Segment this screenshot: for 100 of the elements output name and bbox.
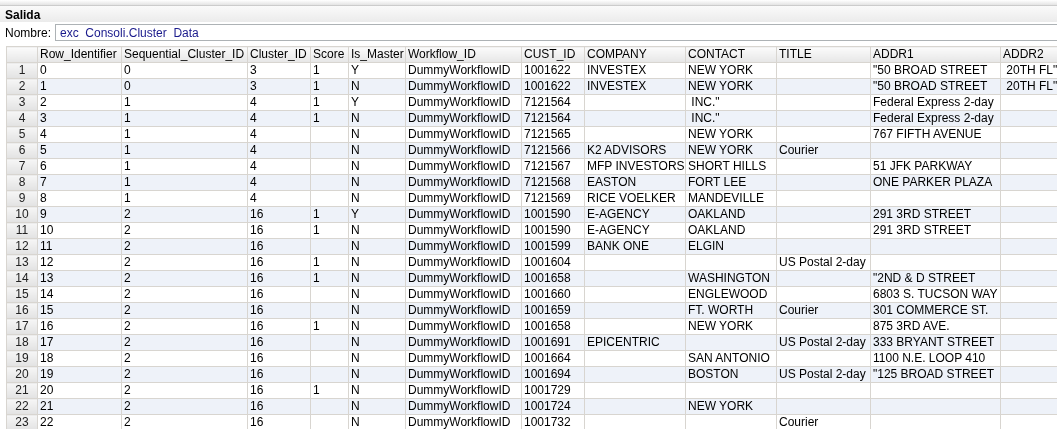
table-cell: Y (348, 94, 406, 111)
table-cell: DummyWorkflowID (405, 318, 522, 335)
table-cell: 22 (37, 414, 122, 429)
table-cell: 1 (310, 382, 349, 399)
table-cell: 875 3RD AVE. (870, 318, 1001, 335)
table-cell: 1001658 (521, 318, 585, 335)
table-cell: 6803 S. TUCSON WAY (870, 286, 1001, 303)
table-cell: 16 (247, 286, 311, 303)
table-cell: 20TH FL" (1000, 62, 1057, 79)
table-cell: 2 (121, 222, 248, 239)
table-cell: Federal Express 2-day (870, 94, 1001, 111)
table-cell: 1 (121, 158, 248, 175)
name-field[interactable]: exc Consoli.Cluster Data (55, 24, 1057, 41)
table-cell: N (348, 222, 406, 239)
table-cell: 1 (310, 62, 349, 79)
column-header[interactable]: Is_Master (348, 46, 406, 63)
table-cell: 2 (121, 382, 248, 399)
column-header[interactable]: Sequential_Cluster_ID (121, 46, 248, 63)
column-header[interactable]: Score (310, 46, 349, 63)
table-cell: 1 (121, 190, 248, 207)
table-cell: 1 (310, 94, 349, 111)
column-header[interactable]: CONTACT (685, 46, 777, 63)
table-cell: Courier (776, 414, 871, 429)
table-cell: DummyWorkflowID (405, 62, 522, 79)
table-cell: DummyWorkflowID (405, 94, 522, 111)
table-cell: 4 (247, 94, 311, 111)
table-cell: 1001729 (521, 382, 585, 399)
table-cell: 1 (310, 318, 349, 335)
table-cell: 1 (121, 126, 248, 143)
table-cell: NEW YORK (685, 126, 777, 143)
column-header[interactable]: CUST_ID (521, 46, 585, 63)
table-cell: 767 FIFTH AVENUE (870, 126, 1001, 143)
table-cell: 4 (37, 126, 122, 143)
table-cell: 4 (247, 126, 311, 143)
table-cell: DummyWorkflowID (405, 382, 522, 399)
table-cell: 12 (37, 254, 122, 271)
table-cell: 18 (37, 350, 122, 367)
table-cell: OAKLAND (685, 222, 777, 239)
table-cell: 1 (121, 94, 248, 111)
table-cell: 1001664 (521, 350, 585, 367)
table-cell: 20 (37, 382, 122, 399)
table-cell: 7121567 (521, 158, 585, 175)
table-cell: 0 (37, 62, 122, 79)
table-cell: 2 (121, 286, 248, 303)
table-cell: N (348, 286, 406, 303)
table-cell: N (348, 158, 406, 175)
column-header[interactable]: Workflow_ID (405, 46, 522, 63)
table-cell: 16 (247, 318, 311, 335)
table-cell: ENGLEWOOD (685, 286, 777, 303)
table-cell: DummyWorkflowID (405, 254, 522, 271)
table-cell: 16 (247, 254, 311, 271)
table-cell: INC." (685, 94, 777, 111)
table-cell: 16 (37, 318, 122, 335)
table-cell: 1001660 (521, 286, 585, 303)
table-cell: 2 (121, 254, 248, 271)
column-header[interactable]: ADDR1 (870, 46, 1001, 63)
table-cell: N (348, 254, 406, 271)
table-cell: 3 (247, 62, 311, 79)
table-cell: 1 (310, 222, 349, 239)
table-cell: RICE VOELKER (584, 190, 686, 207)
table-cell: DummyWorkflowID (405, 286, 522, 303)
table-cell: 16 (247, 350, 311, 367)
table-cell: 2 (121, 414, 248, 429)
table-cell: E-AGENCY (584, 222, 686, 239)
table-cell: NEW YORK (685, 318, 777, 335)
table-cell: 14 (37, 286, 122, 303)
table-cell: 7121565 (521, 126, 585, 143)
table-cell: 10 (37, 222, 122, 239)
table-cell: DummyWorkflowID (405, 222, 522, 239)
table-cell: DummyWorkflowID (405, 158, 522, 175)
panel-title: Salida (0, 6, 1057, 22)
column-header[interactable]: TITLE (776, 46, 871, 63)
table-cell: MFP INVESTORS (584, 158, 686, 175)
table-cell: DummyWorkflowID (405, 190, 522, 207)
table-cell: 291 3RD STREET (870, 222, 1001, 239)
column-header[interactable]: ADDR2 (1000, 46, 1057, 63)
column-header[interactable]: Row_Identifier (37, 46, 122, 63)
table-cell: N (348, 318, 406, 335)
table-cell: MANDEVILLE (685, 190, 777, 207)
table-cell: Y (348, 62, 406, 79)
table-cell: 0 (121, 62, 248, 79)
table-cell: SHORT HILLS (685, 158, 777, 175)
table-cell: 2 (121, 350, 248, 367)
column-header[interactable]: Cluster_ID (247, 46, 311, 63)
table-cell: 1 (310, 254, 349, 271)
table-cell: SAN ANTONIO (685, 350, 777, 367)
table-cell: 1001590 (521, 222, 585, 239)
table-cell: 6 (37, 158, 122, 175)
table-cell: N (348, 350, 406, 367)
column-header[interactable]: COMPANY (584, 46, 686, 63)
table-cell: 51 JFK PARKWAY (870, 158, 1001, 175)
table-cell: INVESTEX (584, 62, 686, 79)
table-cell: 1001604 (521, 254, 585, 271)
table-cell: 4 (247, 158, 311, 175)
table-cell: 1001622 (521, 62, 585, 79)
table-cell: N (348, 382, 406, 399)
table-cell: DummyWorkflowID (405, 126, 522, 143)
table-cell: 7121564 (521, 94, 585, 111)
table-cell: US Postal 2-day (776, 254, 871, 271)
table-cell: NEW YORK (685, 62, 777, 79)
